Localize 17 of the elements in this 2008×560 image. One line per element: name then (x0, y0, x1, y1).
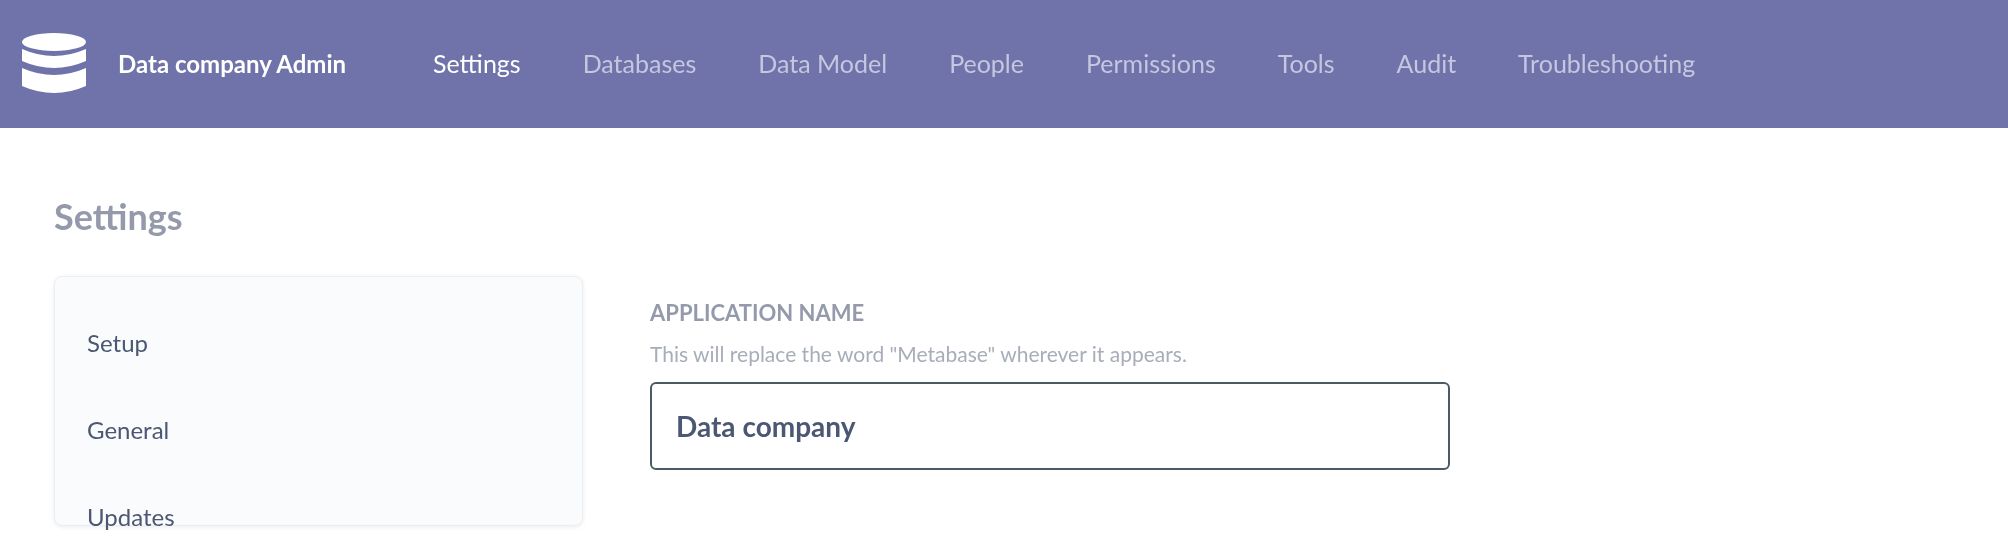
database-icon (22, 33, 86, 95)
setting-label: APPLICATION NAME (650, 302, 866, 324)
nav-tab[interactable]: Troubleshooting (1487, 45, 1727, 83)
nav-tab[interactable]: People (918, 45, 1055, 83)
application-name-field[interactable]: Data company (650, 381, 1450, 470)
setting-description: This will replace the word "Metabase" wherever it appears. (650, 340, 1188, 368)
sidebar-item[interactable]: Setup (87, 299, 148, 386)
nav-tab[interactable]: Audit (1365, 45, 1488, 83)
page-title: Settings (54, 198, 184, 234)
nav-tab[interactable]: Tools (1246, 45, 1366, 83)
nav-tab[interactable]: Permissions (1054, 45, 1247, 83)
sidebar-item[interactable]: Updates (87, 473, 175, 560)
brand-title: Data company Admin (118, 48, 346, 80)
nav-tab[interactable]: Settings (402, 45, 552, 83)
sidebar-item[interactable]: General (87, 386, 170, 473)
nav-tab[interactable]: Databases (551, 45, 728, 83)
nav-tab[interactable]: Data Model (727, 45, 919, 83)
